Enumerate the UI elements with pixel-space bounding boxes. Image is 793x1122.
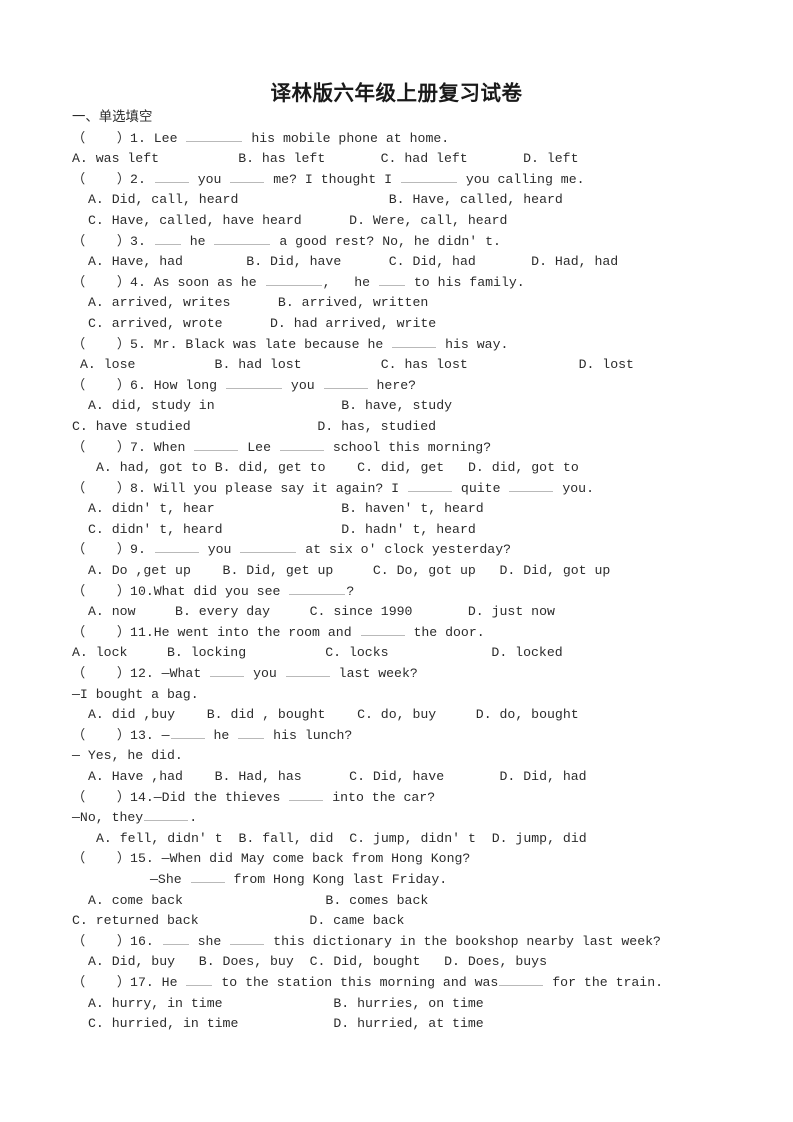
- exam-line: A. did ,buy B. did , bought C. do, buy D…: [88, 707, 579, 723]
- exam-line: A. now B. every day C. since 1990 D. jus…: [88, 604, 555, 620]
- question-body: 一、单选填空 （ ）1. Lee his mobile phone at home…: [0, 108, 793, 1035]
- exam-line: （ ）14.—Did the thieves into the car?: [72, 788, 436, 805]
- exam-line: A. Have ,had B. Had, has C. Did, have D.…: [88, 769, 587, 784]
- exam-line: （ ）11.He went into the room and the door…: [72, 623, 485, 640]
- exam-line: A. Did, buy B. Does, buy C. Did, bought …: [88, 954, 547, 970]
- answer-blank: [289, 582, 346, 595]
- exam-line: C. returned back D. came back: [72, 913, 405, 929]
- answer-blank: [190, 870, 225, 883]
- exam-line: A. Do ,get up B. Did, get up C. Do, got …: [88, 563, 611, 579]
- exam-line: C. hurried, in time D. hurried, at time: [88, 1016, 484, 1032]
- exam-line: （ ）16. she this dictionary in the booksh…: [72, 932, 661, 949]
- exam-line: （ ）12. —What you last week?: [72, 664, 418, 682]
- exam-line: （ ）17. He to the station this morning an…: [72, 973, 664, 990]
- exam-line: A. hurry, in time B. hurries, on time: [88, 995, 484, 1011]
- answer-blank: [162, 932, 189, 945]
- exam-line: A. did, study in B. have, study: [88, 398, 453, 414]
- answer-blank: [194, 438, 239, 451]
- exam-line: A. Did, call, heard B. Have, called, hea…: [88, 192, 563, 208]
- answer-blank: [230, 170, 265, 183]
- exam-line: （ ）13. — he his lunch?: [72, 726, 353, 743]
- answer-blank: [226, 376, 282, 389]
- answer-blank: [240, 540, 297, 554]
- exam-line: A. had, got to B. did, get to C. did, ge…: [96, 460, 579, 476]
- exam-line: A. lock B. locking C. locks D. locked: [72, 645, 563, 661]
- exam-line: C. Have, called, have heard D. Were, cal…: [88, 212, 508, 228]
- exam-line: （ ）10.What did you see ?: [72, 582, 355, 599]
- exam-line: —No, they.: [72, 808, 198, 826]
- exam-line: — Yes, he did.: [72, 748, 183, 764]
- exam-line: （ ）7. When Lee school this morning?: [72, 438, 492, 455]
- answer-blank: [279, 438, 324, 451]
- answer-blank: [378, 273, 405, 286]
- answer-blank: [238, 726, 265, 739]
- exam-line: C. didn' t, heard D. hadn' t, heard: [88, 521, 476, 537]
- answer-blank: [214, 232, 271, 245]
- exam-line: —She from Hong Kong last Friday.: [150, 870, 448, 887]
- answer-blank: [154, 232, 181, 245]
- exam-line: （ ）2. you me? I thought I you calling me…: [72, 170, 585, 187]
- exam-line: （ ）6. How long you here?: [72, 376, 417, 393]
- exam-line: （ ）5. Mr. Black was late because he his …: [72, 335, 509, 352]
- answer-blank: [144, 808, 189, 822]
- exam-line: （ ）3. he a good rest? No, he didn' t.: [72, 232, 501, 249]
- exam-line: A. didn' t, hear B. haven' t, heard: [88, 501, 484, 517]
- answer-blank: [400, 170, 457, 183]
- exam-line: （ ）9. you at six o' clock yesterday?: [72, 540, 512, 558]
- page-title: 译林版六年级上册复习试卷: [270, 81, 523, 105]
- answer-blank: [154, 170, 189, 183]
- exam-line: （ ）1. Lee his mobile phone at home.: [72, 129, 450, 146]
- exam-line: （ ）15. —When did May come back from Hong…: [72, 851, 471, 867]
- answer-blank: [186, 973, 213, 986]
- exam-line: C. have studied D. has, studied: [72, 418, 437, 434]
- exam-line: A. lose B. had lost C. has lost D. lost: [80, 357, 634, 373]
- answer-blank: [230, 932, 265, 945]
- answer-blank: [154, 540, 199, 554]
- exam-line: A. come back B. comes back: [88, 892, 429, 908]
- exam-line: A. arrived, writes B. arrived, written: [88, 295, 429, 311]
- answer-blank: [210, 664, 245, 678]
- exam-line: 一、单选填空: [72, 110, 153, 125]
- exam-line: A. fell, didn' t B. fall, did C. jump, d…: [96, 830, 587, 846]
- answer-blank: [289, 788, 324, 801]
- answer-blank: [509, 479, 554, 492]
- answer-blank: [408, 479, 453, 492]
- exam-line: A. was left B. has left C. had left D. l…: [72, 151, 579, 167]
- answer-blank: [285, 664, 330, 678]
- answer-blank: [323, 376, 368, 389]
- exam-line: （ ）8. Will you please say it again? I qu…: [72, 479, 594, 496]
- answer-blank: [360, 623, 405, 636]
- exam-line: —I bought a bag.: [72, 686, 199, 702]
- exam-line: A. Have, had B. Did, have C. Did, had D.…: [88, 254, 619, 270]
- answer-blank: [186, 129, 243, 142]
- exam-page: 译林版六年级上册复习试卷 一、单选填空 （ ）1. Lee his mobile …: [0, 0, 793, 1122]
- answer-blank: [392, 335, 437, 348]
- answer-blank: [265, 273, 322, 286]
- answer-blank: [499, 973, 544, 986]
- answer-blank: [170, 726, 205, 739]
- exam-line: （ ）4. As soon as he , he to his family.: [72, 273, 525, 290]
- exam-line: C. arrived, wrote D. had arrived, write: [88, 315, 437, 331]
